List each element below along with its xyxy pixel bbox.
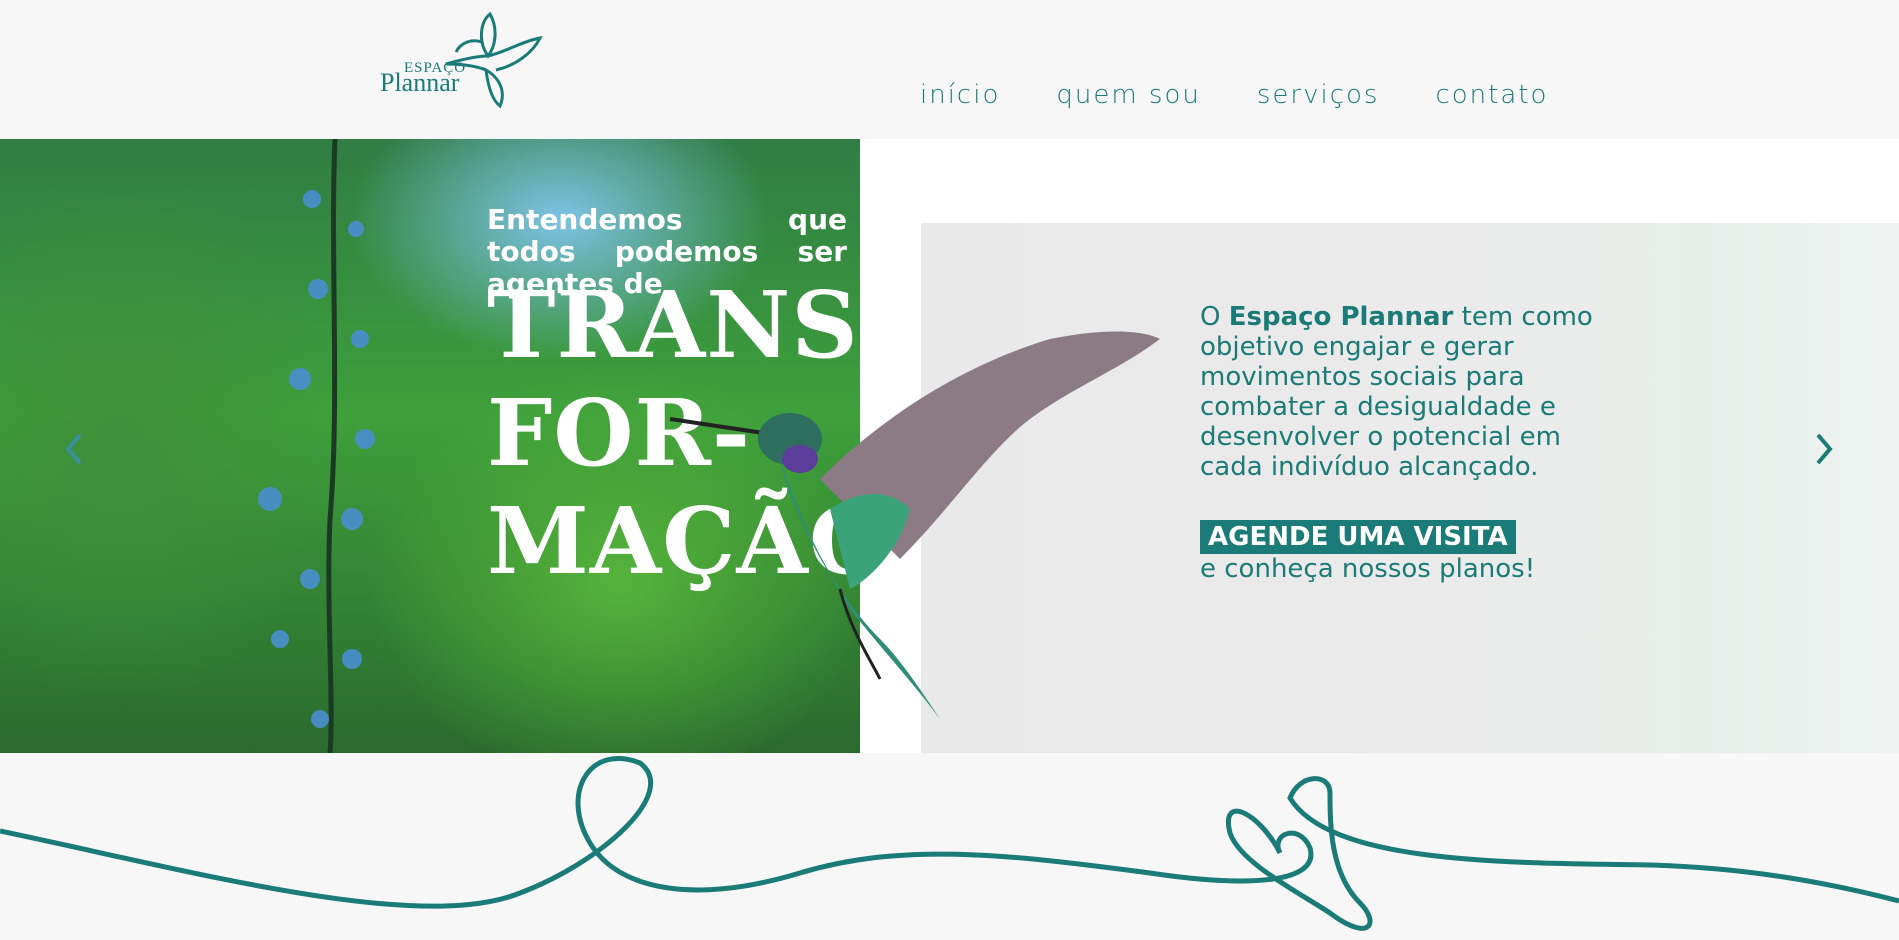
desc-brand: Espaço Plannar xyxy=(1228,302,1454,332)
chevron-left-icon[interactable] xyxy=(60,429,90,469)
main-nav: início quem sou serviços contato xyxy=(920,80,1548,110)
hummingbird-logo-icon xyxy=(445,12,543,109)
hero-description: O Espaço Plannar tem como objetivo engaj… xyxy=(1200,302,1620,482)
nav-inicio[interactable]: início xyxy=(920,80,1000,110)
desc-prefix: O xyxy=(1200,302,1229,332)
site-header: ESPAÇO Plannar início quem sou serviços … xyxy=(0,0,1899,139)
nav-servicos[interactable]: serviços xyxy=(1257,80,1380,110)
hummingbird-image xyxy=(670,331,1160,719)
nav-quem-sou[interactable]: quem sou xyxy=(1056,80,1201,110)
chevron-right-icon[interactable] xyxy=(1808,429,1838,469)
decorative-line xyxy=(0,756,1899,931)
hero-slider: Entendemos que todos podemos ser agentes… xyxy=(0,139,1899,753)
nav-contato[interactable]: contato xyxy=(1435,80,1548,110)
cta-subtitle: e conheça nossos planos! xyxy=(1200,554,1536,584)
schedule-visit-button[interactable]: AGENDE UMA VISITA xyxy=(1200,520,1516,554)
